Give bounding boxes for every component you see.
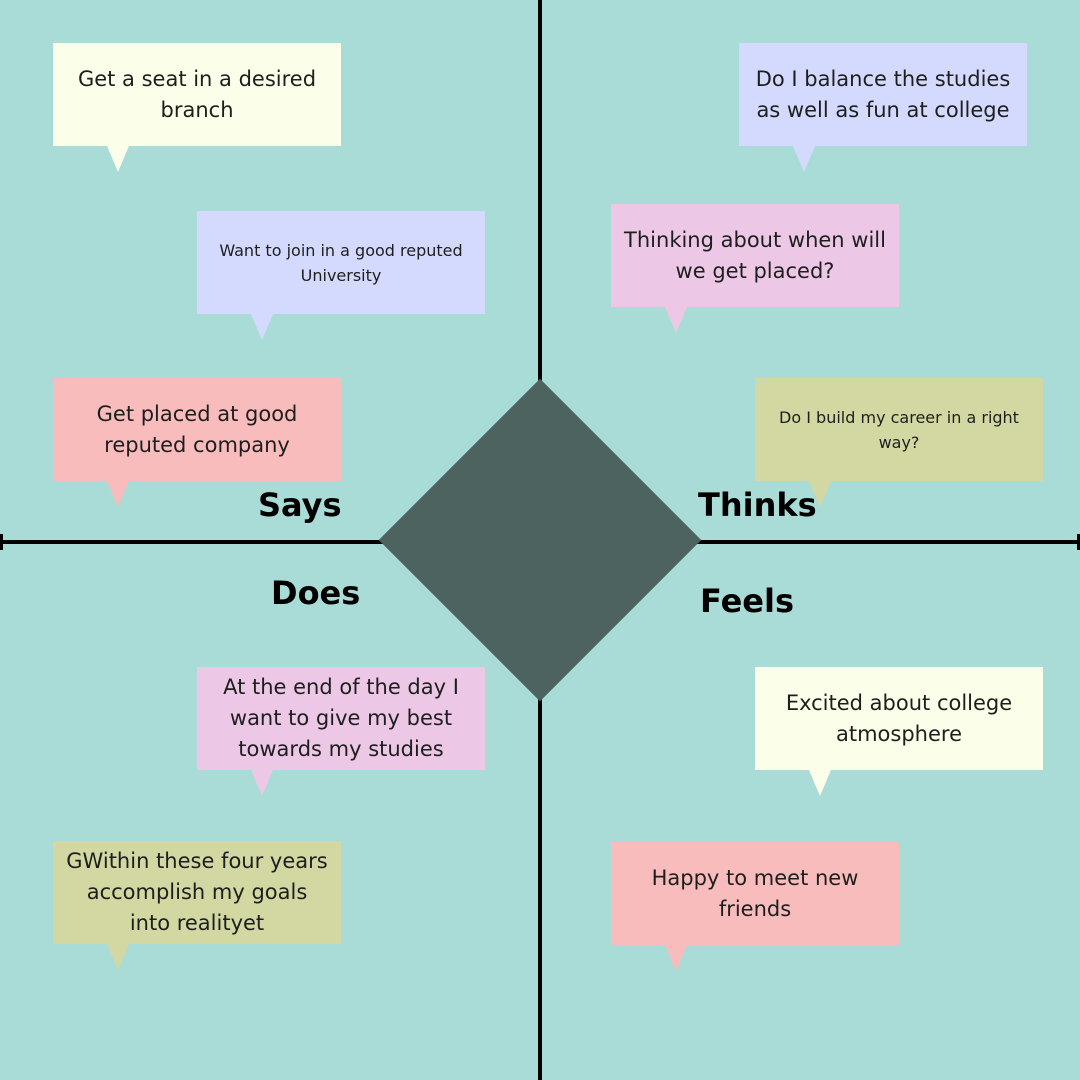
- thinks-note-1: Do I balance the studies as well as fun …: [739, 43, 1027, 172]
- does-label: Does: [271, 574, 361, 612]
- note-pointer: [665, 307, 687, 333]
- note-text: Get placed at good reputed company: [96, 401, 298, 457]
- does-note-2: GWithin these four years accomplish my g…: [53, 841, 341, 970]
- axis-left-endcap: [0, 534, 3, 550]
- thinks-note-3: Do I build my career in a right way?: [755, 378, 1043, 507]
- does-note-1: At the end of the day I want to give my …: [197, 667, 485, 796]
- note-text: Do I build my career in a right way?: [779, 407, 1019, 452]
- says-note-3: Get placed at good reputed company: [53, 378, 341, 507]
- feels-note-1: Excited about college atmosphere: [755, 667, 1043, 796]
- thinks-note-2: Thinking about when will we get placed?: [611, 204, 899, 333]
- note-text: Get a seat in a desired branch: [77, 66, 317, 122]
- feels-label: Feels: [700, 582, 794, 620]
- note-pointer: [793, 146, 815, 172]
- note-text: At the end of the day I want to give my …: [223, 675, 459, 761]
- note-text: Thinking about when will we get placed?: [624, 227, 886, 283]
- note-pointer: [809, 481, 831, 507]
- note-text: Do I balance the studies as well as fun …: [755, 66, 1011, 122]
- note-text: Excited about college atmosphere: [785, 690, 1013, 746]
- center-diamond: [378, 378, 702, 702]
- says-note-2: Want to join in a good reputed Universit…: [197, 211, 485, 340]
- says-label: Says: [258, 486, 342, 524]
- note-text: Want to join in a good reputed Universit…: [219, 240, 463, 285]
- note-pointer: [107, 944, 129, 970]
- note-pointer: [251, 314, 273, 340]
- thinks-label: Thinks: [698, 486, 817, 524]
- says-note-1: Get a seat in a desired branch: [53, 43, 341, 172]
- note-text: GWithin these four years accomplish my g…: [66, 849, 328, 935]
- empathy-map: Says Thinks Does Feels Get a seat in a d…: [0, 0, 1080, 1080]
- note-pointer: [809, 770, 831, 796]
- note-pointer: [665, 945, 687, 971]
- feels-note-2: Happy to meet new friends: [611, 842, 899, 971]
- note-pointer: [251, 770, 273, 796]
- note-pointer: [107, 481, 129, 507]
- note-pointer: [107, 146, 129, 172]
- note-text: Happy to meet new friends: [651, 865, 859, 921]
